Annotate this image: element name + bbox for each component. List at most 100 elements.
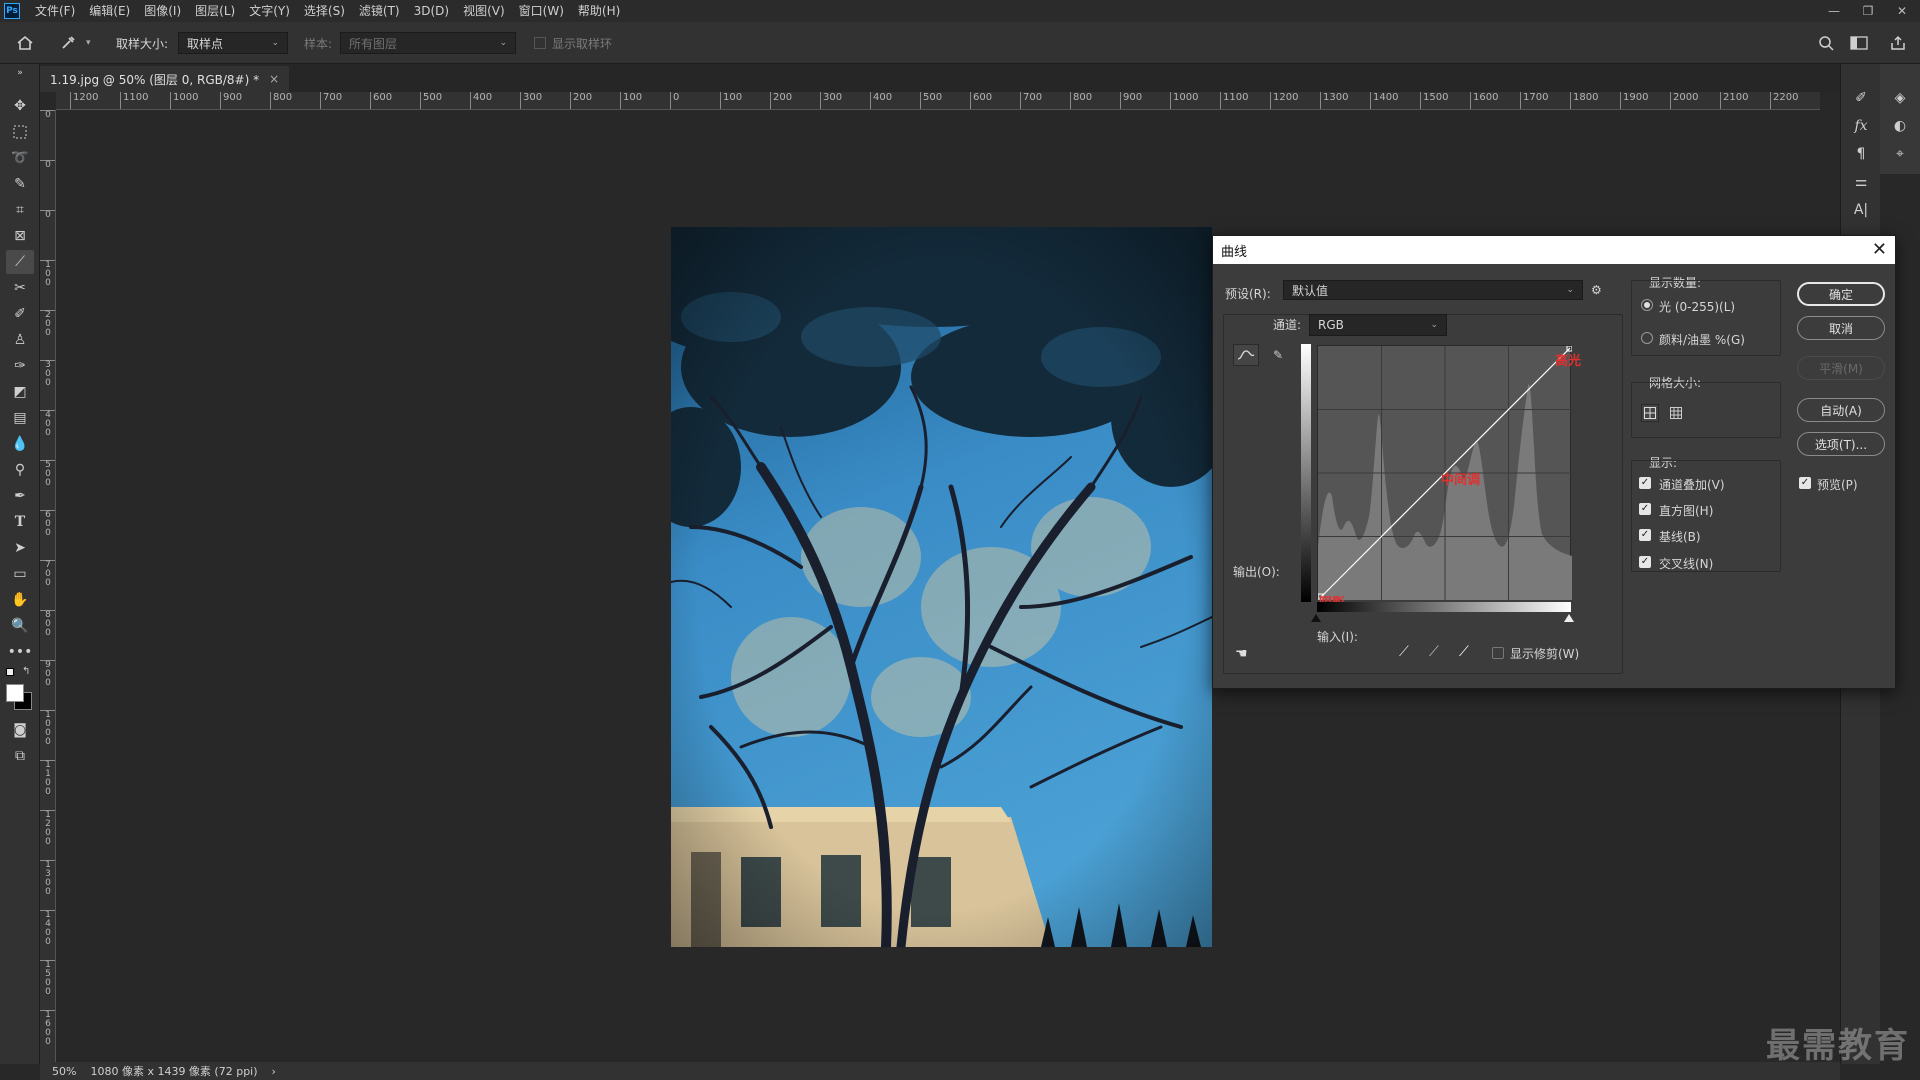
restore-button[interactable]: ❐ [1858,4,1878,18]
ruler-tick: 2000 [1670,92,1698,109]
black-point-slider[interactable] [1311,614,1321,622]
sample-size-value: 取样点 [187,36,224,51]
menu-view[interactable]: 视图(V) [456,0,512,22]
ruler-tick: 2 0 0 [40,310,55,338]
white-point-slider[interactable] [1564,614,1574,622]
paragraph-icon[interactable]: ¶ [1847,142,1875,166]
layer-styles-icon[interactable]: fx [1847,114,1875,138]
auto-button[interactable]: 自动(A) [1797,398,1885,422]
preset-options-icon[interactable]: ⚙ [1591,283,1602,297]
quick-selection-tool-icon[interactable]: ✎ [6,172,34,196]
show-ring-checkbox[interactable] [534,37,546,49]
foreground-color-swatch[interactable] [6,684,24,702]
options-button[interactable]: 选项(T)... [1797,432,1885,456]
quick-mask-icon[interactable]: ◙ [6,718,34,742]
simple-grid-icon[interactable] [1641,404,1659,422]
menu-select[interactable]: 选择(S) [297,0,352,22]
close-tab-icon[interactable]: × [269,72,279,86]
ruler-tick: 500 [920,92,942,109]
baseline-checkbox[interactable]: ✓ [1639,529,1651,541]
workspace-icon[interactable] [1850,22,1868,64]
channel-select[interactable]: RGB ⌄ [1309,314,1447,336]
menu-edit[interactable]: 编辑(E) [82,0,137,22]
blur-tool-icon[interactable]: 💧 [6,432,34,456]
black-eyedropper-icon[interactable]: ⟋ [1399,644,1409,660]
show-clipping-checkbox[interactable] [1492,647,1504,659]
adjustments-icon[interactable]: ⚌ [1847,170,1875,194]
lasso-tool-icon[interactable]: ➰ [6,146,34,170]
eraser-tool-icon[interactable]: ◩ [6,380,34,404]
type-tool-icon[interactable]: T [6,510,34,534]
layers-icon[interactable]: ◈ [1886,86,1914,110]
search-icon[interactable] [1818,22,1834,64]
menu-filter[interactable]: 滤镜(T) [352,0,407,22]
channel-overlay-checkbox[interactable]: ✓ [1639,477,1651,489]
zoom-tool-icon[interactable]: 🔍 [6,614,34,638]
screen-mode-icon[interactable]: ⧉ [6,744,34,768]
healing-brush-tool-icon[interactable]: ✂ [6,276,34,300]
histogram-checkbox[interactable]: ✓ [1639,503,1651,515]
share-icon[interactable] [1890,22,1906,64]
menu-layer[interactable]: 图层(L) [188,0,242,22]
targeted-adjustment-icon[interactable]: ☚ [1235,646,1248,662]
sample-size-select[interactable]: 取样点 ⌄ [178,32,288,54]
home-icon[interactable] [16,22,34,64]
rectangle-tool-icon[interactable]: ▭ [6,562,34,586]
frame-tool-icon[interactable]: ⊠ [6,224,34,248]
pigment-radio[interactable] [1641,332,1653,344]
menu-type[interactable]: 文字(Y) [242,0,297,22]
pen-tool-icon[interactable]: ✒ [6,484,34,508]
brush-settings-icon[interactable]: ✐ [1847,86,1875,110]
menu-help[interactable]: 帮助(H) [571,0,627,22]
detailed-grid-icon[interactable] [1667,404,1685,422]
document-image[interactable] [671,227,1212,947]
cancel-button[interactable]: 取消 [1797,316,1885,340]
eyedropper-tool-icon[interactable]: ⟋ [6,250,34,274]
pigment-label: 颜料/油墨 %(G) [1659,333,1745,347]
history-brush-tool-icon[interactable]: ✑ [6,354,34,378]
ruler-tick: 1000 [1170,92,1198,109]
character-icon[interactable]: A| [1847,198,1875,222]
close-window-button[interactable]: ✕ [1892,4,1912,18]
photoshop-logo: Ps [4,3,20,19]
brush-tool-icon[interactable]: ✐ [6,302,34,326]
light-radio[interactable] [1641,299,1653,311]
zoom-level[interactable]: 50% [52,1065,76,1078]
collapse-toolbar-icon[interactable]: » [6,68,34,78]
channels-icon[interactable]: ◐ [1886,114,1914,138]
default-colors-icon[interactable] [6,668,14,676]
status-arrow-icon[interactable]: › [272,1065,276,1078]
eyedropper-preset-icon[interactable]: ▾ [60,22,91,64]
more-tools-icon[interactable]: ••• [6,640,34,664]
sample-select[interactable]: 所有图层 ⌄ [340,32,516,54]
document-tab[interactable]: 1.19.jpg @ 50% (图层 0, RGB/8#) * × [40,66,290,92]
curve-point-mode-icon[interactable] [1233,344,1259,366]
intersection-checkbox[interactable]: ✓ [1639,556,1651,568]
move-tool-icon[interactable]: ✥ [6,94,34,118]
marquee-tool-icon[interactable] [6,120,34,144]
preset-select[interactable]: 默认值 ⌄ [1283,280,1583,300]
swap-colors-icon[interactable]: ↰ [22,666,30,677]
menu-file[interactable]: 文件(F) [28,0,82,22]
ruler-tick: 1 5 0 0 [40,960,55,997]
white-eyedropper-icon[interactable]: ⟋ [1459,644,1469,660]
preview-checkbox[interactable]: ✓ [1799,477,1811,489]
hand-tool-icon[interactable]: ✋ [6,588,34,612]
ok-button[interactable]: 确定 [1797,282,1885,306]
close-icon[interactable]: ✕ [1872,239,1887,260]
menu-image[interactable]: 图像(I) [137,0,188,22]
ruler-tick: 200 [770,92,792,109]
smooth-button[interactable]: 平滑(M) [1797,356,1885,380]
menu-window[interactable]: 窗口(W) [512,0,571,22]
path-selection-tool-icon[interactable]: ➤ [6,536,34,560]
gray-eyedropper-icon[interactable]: ⟋ [1429,644,1439,660]
dodge-tool-icon[interactable]: ⚲ [6,458,34,482]
paths-icon[interactable]: ⌖ [1886,142,1914,166]
ruler-tick: 1100 [1220,92,1248,109]
pencil-draw-mode-icon[interactable]: ✎ [1265,344,1291,366]
gradient-tool-icon[interactable]: ▤ [6,406,34,430]
menu-3d[interactable]: 3D(D) [407,0,456,22]
crop-tool-icon[interactable]: ⌗ [6,198,34,222]
minimize-button[interactable]: — [1824,4,1844,18]
clone-stamp-tool-icon[interactable]: ♙ [6,328,34,352]
